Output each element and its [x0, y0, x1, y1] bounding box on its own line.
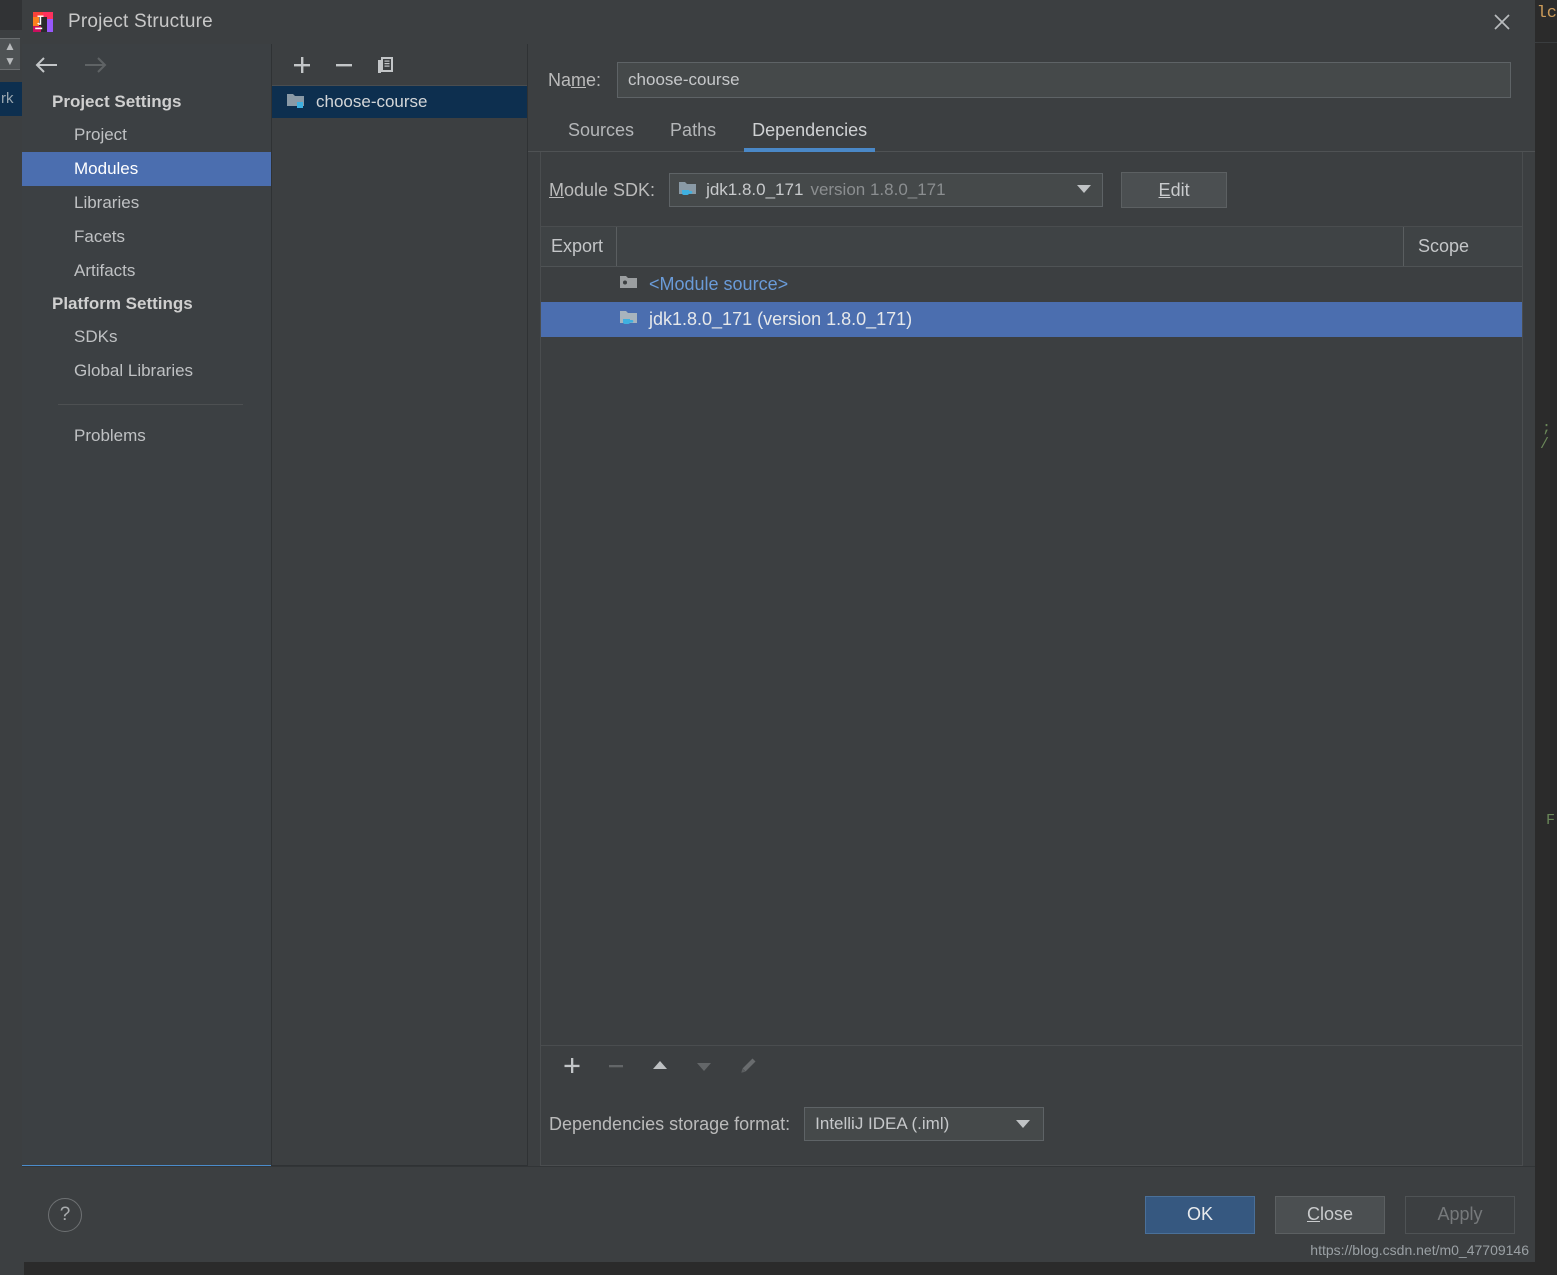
background-editor-tab-label: rk	[0, 82, 22, 116]
table-row-label: <Module source>	[649, 274, 788, 295]
module-source-icon	[619, 273, 639, 296]
arrow-up-icon[interactable]	[647, 1053, 673, 1079]
dependencies-table: Export Scope <Module sou	[541, 226, 1522, 1085]
sidebar-item-problems[interactable]: Problems	[22, 419, 271, 453]
content-bottom-padding	[541, 1141, 1522, 1165]
module-name-label: Name:	[548, 70, 601, 91]
table-row[interactable]: <Module source>	[541, 267, 1522, 302]
module-sdk-dropdown[interactable]: jdk1.8.0_171 version 1.8.0_171	[669, 173, 1103, 207]
background-code-slash: /	[1540, 436, 1549, 453]
table-row-label: jdk1.8.0_171 (version 1.8.0_171)	[649, 309, 912, 330]
module-editor-tabs: Sources Paths Dependencies	[528, 98, 1535, 151]
pencil-icon[interactable]	[735, 1053, 761, 1079]
jdk-folder-icon	[619, 308, 639, 331]
background-ide-left-strip: ▲▼ rk	[0, 0, 24, 1275]
dependencies-storage-label: Dependencies storage format:	[549, 1114, 790, 1135]
module-sdk-name: jdk1.8.0_171	[706, 180, 803, 200]
help-button[interactable]: ?	[48, 1198, 82, 1232]
sidebar-item-artifacts[interactable]: Artifacts	[22, 254, 271, 288]
tab-dependencies[interactable]: Dependencies	[734, 114, 885, 151]
module-sdk-label: Module SDK:	[549, 180, 655, 201]
dependencies-storage-value: IntelliJ IDEA (.iml)	[815, 1114, 949, 1134]
sidebar-item-facets[interactable]: Facets	[22, 220, 271, 254]
dependencies-panel: Module SDK: jdk1.8.0_171 version 1.8.0_1…	[540, 152, 1523, 1166]
module-sdk-version: version 1.8.0_171	[810, 180, 945, 200]
sidebar-item-libraries[interactable]: Libraries	[22, 186, 271, 220]
sidebar-group-title-platform-settings: Platform Settings	[22, 288, 271, 320]
minus-icon[interactable]	[330, 51, 358, 79]
column-header-export[interactable]: Export	[541, 227, 617, 266]
sidebar-nav-arrows	[22, 44, 271, 86]
dependencies-table-header: Export Scope	[541, 227, 1522, 267]
module-sdk-row: Module SDK: jdk1.8.0_171 version 1.8.0_1…	[541, 152, 1522, 226]
watermark-text: https://blog.csdn.net/m0_47709146	[1310, 1242, 1529, 1258]
chevron-down-icon	[1076, 181, 1092, 199]
background-code-f: F	[1546, 812, 1555, 829]
sidebar-item-modules[interactable]: Modules	[22, 152, 271, 186]
sidebar-spacer	[22, 453, 271, 1165]
dependencies-toolbar	[541, 1045, 1522, 1085]
arrow-left-icon[interactable]	[34, 54, 60, 76]
close-icon[interactable]	[1483, 4, 1521, 40]
jdk-folder-icon	[678, 179, 698, 202]
edit-sdk-button[interactable]: Edit	[1121, 172, 1227, 208]
settings-sidebar: Project Settings Project Modules Librari…	[22, 44, 272, 1166]
dialog-title: Project Structure	[68, 11, 213, 33]
modules-list: choose-course	[272, 86, 527, 1165]
module-editor-content: Name: Sources Paths Dependencies Module …	[528, 44, 1535, 1166]
list-item[interactable]: choose-course	[272, 86, 527, 118]
dialog-body: Project Settings Project Modules Librari…	[22, 44, 1535, 1166]
module-folder-icon	[286, 91, 306, 114]
arrow-right-icon[interactable]	[82, 54, 108, 76]
plus-icon[interactable]	[559, 1053, 585, 1079]
copy-icon[interactable]	[372, 51, 400, 79]
sidebar-item-sdks[interactable]: SDKs	[22, 320, 271, 354]
close-button[interactable]: Close	[1275, 1196, 1385, 1234]
background-titlebar-strip	[0, 0, 24, 30]
modules-toolbar	[272, 44, 527, 86]
project-structure-dialog: Project Structure	[22, 0, 1535, 1262]
dependencies-storage-dropdown[interactable]: IntelliJ IDEA (.iml)	[804, 1107, 1044, 1141]
dialog-footer: ? OK Close Apply https://blog.csdn.net/m…	[22, 1166, 1535, 1262]
tab-paths[interactable]: Paths	[652, 114, 734, 151]
chevron-down-icon	[1015, 1114, 1031, 1134]
dependencies-storage-row: Dependencies storage format: IntelliJ ID…	[541, 1085, 1522, 1141]
background-code-orange: lc	[1537, 4, 1557, 23]
dialog-titlebar: Project Structure	[22, 0, 1535, 44]
dependencies-table-body: <Module source> jdk1.8.0_171 (version 1	[541, 267, 1522, 1045]
table-row[interactable]: jdk1.8.0_171 (version 1.8.0_171)	[541, 302, 1522, 337]
intellij-idea-logo-icon	[32, 11, 54, 33]
module-name-row: Name:	[528, 44, 1535, 98]
ok-button[interactable]: OK	[1145, 1196, 1255, 1234]
column-header-scope[interactable]: Scope	[1404, 227, 1522, 266]
apply-button: Apply	[1405, 1196, 1515, 1234]
tab-sources[interactable]: Sources	[550, 114, 652, 151]
background-spinner-icon: ▲▼	[0, 38, 20, 70]
plus-icon[interactable]	[288, 51, 316, 79]
list-item-label: choose-course	[316, 92, 428, 112]
background-left-filler	[0, 148, 22, 1275]
sidebar-item-global-libraries[interactable]: Global Libraries	[22, 354, 271, 388]
background-code-semicolon: ;	[1542, 420, 1551, 437]
column-header-name[interactable]	[617, 227, 1404, 266]
arrow-down-icon[interactable]	[691, 1053, 717, 1079]
minus-icon[interactable]	[603, 1053, 629, 1079]
module-name-input[interactable]	[617, 62, 1511, 98]
sidebar-item-project[interactable]: Project	[22, 118, 271, 152]
sidebar-divider	[58, 404, 243, 405]
modules-panel: choose-course	[272, 44, 528, 1166]
sidebar-group-title-project-settings: Project Settings	[22, 86, 271, 118]
